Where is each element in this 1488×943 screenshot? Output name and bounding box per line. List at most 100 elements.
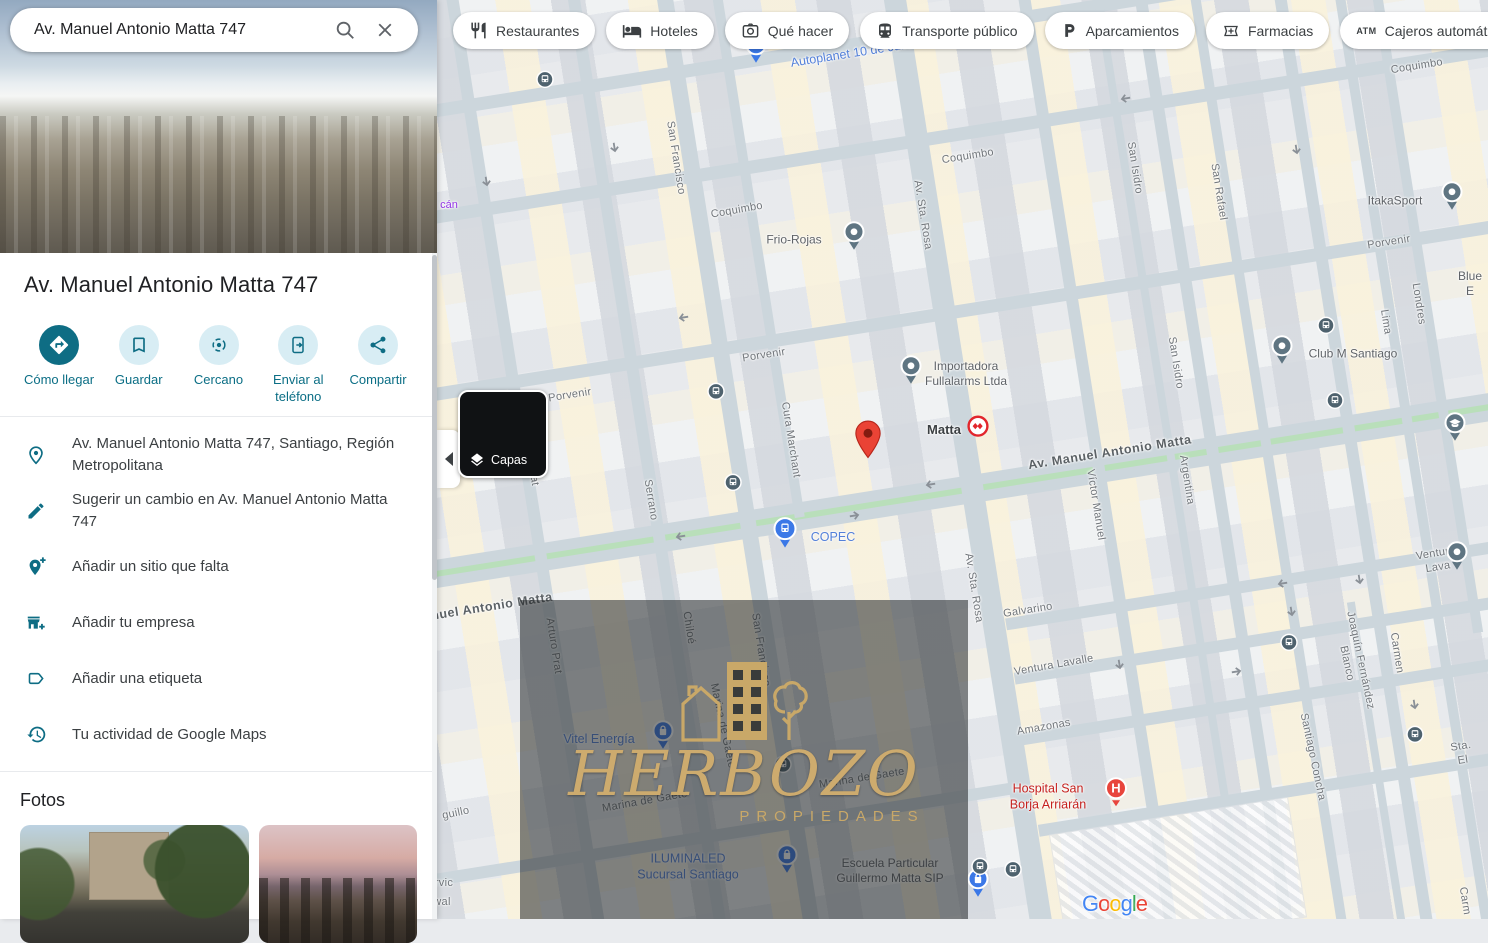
photo-thumbnail[interactable] <box>259 825 417 943</box>
search-input[interactable]: Av. Manuel Antonio Matta 747 <box>34 21 320 39</box>
chip-label: Transporte público <box>902 23 1017 39</box>
chip-transporte-p-blico[interactable]: Transporte público <box>860 12 1033 49</box>
poi-pin[interactable] <box>1445 541 1469 576</box>
detail-item-4[interactable]: Añadir una etiqueta <box>0 651 437 707</box>
hotel-icon <box>622 21 642 41</box>
detail-text: Tu actividad de Google Maps <box>72 724 301 746</box>
street-direction-arrow <box>1229 663 1245 683</box>
watermark-name: HERBOZO <box>568 746 919 802</box>
street-direction-arrow <box>603 140 623 156</box>
street-direction-arrow <box>675 306 691 326</box>
google-logo-letter: g <box>1121 891 1132 916</box>
collapse-panel-button[interactable] <box>437 430 460 488</box>
chip-label: Qué hacer <box>768 23 833 39</box>
nearby-icon <box>199 325 239 365</box>
place-details-list: Av. Manuel Antonio Matta 747, Santiago, … <box>0 417 437 771</box>
action-enviar-al-tel-fono[interactable]: Enviar al teléfono <box>259 325 337 406</box>
directions-icon <box>39 325 79 365</box>
herbozo-logo-icon <box>669 652 819 744</box>
hospital-pin[interactable]: H <box>1103 776 1129 812</box>
street-direction-arrow <box>922 473 938 493</box>
poi-pin[interactable] <box>842 221 866 256</box>
search-bar[interactable]: Av. Manuel Antonio Matta 747 <box>10 8 418 52</box>
google-logo-letter: e <box>1136 891 1147 916</box>
detail-item-2[interactable]: Añadir un sitio que falta <box>0 539 437 595</box>
bus-stop[interactable] <box>1004 860 1022 883</box>
panel-scrollbar-thumb[interactable] <box>432 255 437 580</box>
street-direction-arrow <box>1274 572 1290 592</box>
chip-farmacias[interactable]: Farmacias <box>1206 12 1329 49</box>
bus-stop[interactable] <box>971 857 989 880</box>
action-label: Compartir <box>349 372 406 389</box>
street-direction-arrow <box>847 507 863 527</box>
detail-text: Añadir tu empresa <box>72 612 229 634</box>
chip-hoteles[interactable]: Hoteles <box>606 12 713 49</box>
street-direction-arrow <box>475 174 495 190</box>
category-chip-bar: Restaurantes Hoteles Qué hacer Transporte p… <box>453 12 1488 49</box>
chip-restaurantes[interactable]: Restaurantes <box>453 12 595 49</box>
camera-icon <box>741 21 760 40</box>
bus-stop[interactable] <box>724 473 742 496</box>
detail-item-5[interactable]: Tu actividad de Google Maps <box>0 707 437 763</box>
road <box>1347 602 1441 919</box>
clear-search-button[interactable] <box>370 15 400 45</box>
google-logo-letter: o <box>1109 891 1120 916</box>
poi-pin[interactable] <box>899 355 923 390</box>
place-panel: Av. Manuel Antonio Matta 747 Av. Manuel … <box>0 0 437 919</box>
location-pin-icon <box>0 444 72 466</box>
chip-label: Cajeros automáticos <box>1385 23 1488 39</box>
layers-icon <box>469 452 485 468</box>
metro-logo[interactable] <box>967 415 989 442</box>
detail-item-1[interactable]: Sugerir un cambio en Av. Manuel Antonio … <box>0 483 437 539</box>
parking-icon <box>1061 22 1078 39</box>
street-direction-arrow <box>1348 572 1368 588</box>
chip-aparcamientos[interactable]: Aparcamientos <box>1045 12 1195 49</box>
bus-stop[interactable] <box>1406 725 1424 748</box>
bus-stop[interactable] <box>1326 391 1344 414</box>
search-icon <box>334 19 356 41</box>
chevron-left-icon <box>445 452 453 466</box>
action-label: Cercano <box>194 372 243 389</box>
watermark-overlay: HERBOZO PROPIEDADES <box>520 600 968 919</box>
bus-stop[interactable] <box>707 382 725 405</box>
blue-transit-pin[interactable] <box>772 517 798 554</box>
layers-button-label: Capas <box>491 453 527 467</box>
watermark-subtitle: PROPIEDADES <box>739 808 924 825</box>
street-direction-arrow <box>1108 657 1128 673</box>
restaurant-icon <box>469 21 488 40</box>
action-c-mo-llegar[interactable]: Cómo llegar <box>20 325 98 406</box>
search-button[interactable] <box>330 15 360 45</box>
street-direction-arrow <box>1285 142 1305 158</box>
close-icon <box>374 19 396 41</box>
share-icon <box>358 325 398 365</box>
transit-icon <box>876 22 894 40</box>
action-cercano[interactable]: Cercano <box>180 325 258 406</box>
school-pin[interactable] <box>1443 412 1467 447</box>
poi-pin[interactable] <box>1440 181 1464 216</box>
action-label: Cómo llegar <box>24 372 94 389</box>
chip-cajeros-autom-ticos[interactable]: ATM Cajeros automáticos <box>1340 12 1488 49</box>
layers-button[interactable]: Capas <box>458 390 548 478</box>
google-logo: Google <box>1082 891 1147 917</box>
bus-stop[interactable] <box>536 70 554 93</box>
detail-item-0[interactable]: Av. Manuel Antonio Matta 747, Santiago, … <box>0 427 437 483</box>
page-title: Av. Manuel Antonio Matta 747 <box>0 253 437 313</box>
pencil-icon <box>0 501 72 521</box>
red-marker[interactable] <box>854 420 882 464</box>
google-logo-letter: G <box>1082 891 1098 916</box>
add-business-icon <box>0 612 72 634</box>
poi-pin[interactable] <box>1270 335 1294 370</box>
atm-icon: ATM <box>1356 26 1376 36</box>
action-button-row: Cómo llegar Guardar Cercano Enviar al teléf… <box>0 313 437 416</box>
photos-heading: Fotos <box>0 772 437 825</box>
bus-stop[interactable] <box>1317 316 1335 339</box>
map-canvas[interactable]: PorvenirPorvenirPorvenirPorvenirCoquimbo… <box>437 0 1488 919</box>
bus-stop[interactable] <box>1280 633 1298 656</box>
bookmark-icon <box>119 325 159 365</box>
photo-thumbnail[interactable] <box>20 825 249 943</box>
action-guardar[interactable]: Guardar <box>100 325 178 406</box>
detail-item-3[interactable]: Añadir tu empresa <box>0 595 437 651</box>
action-compartir[interactable]: Compartir <box>339 325 417 406</box>
chip-qu-hacer[interactable]: Qué hacer <box>725 12 849 49</box>
add-place-icon <box>0 556 72 578</box>
